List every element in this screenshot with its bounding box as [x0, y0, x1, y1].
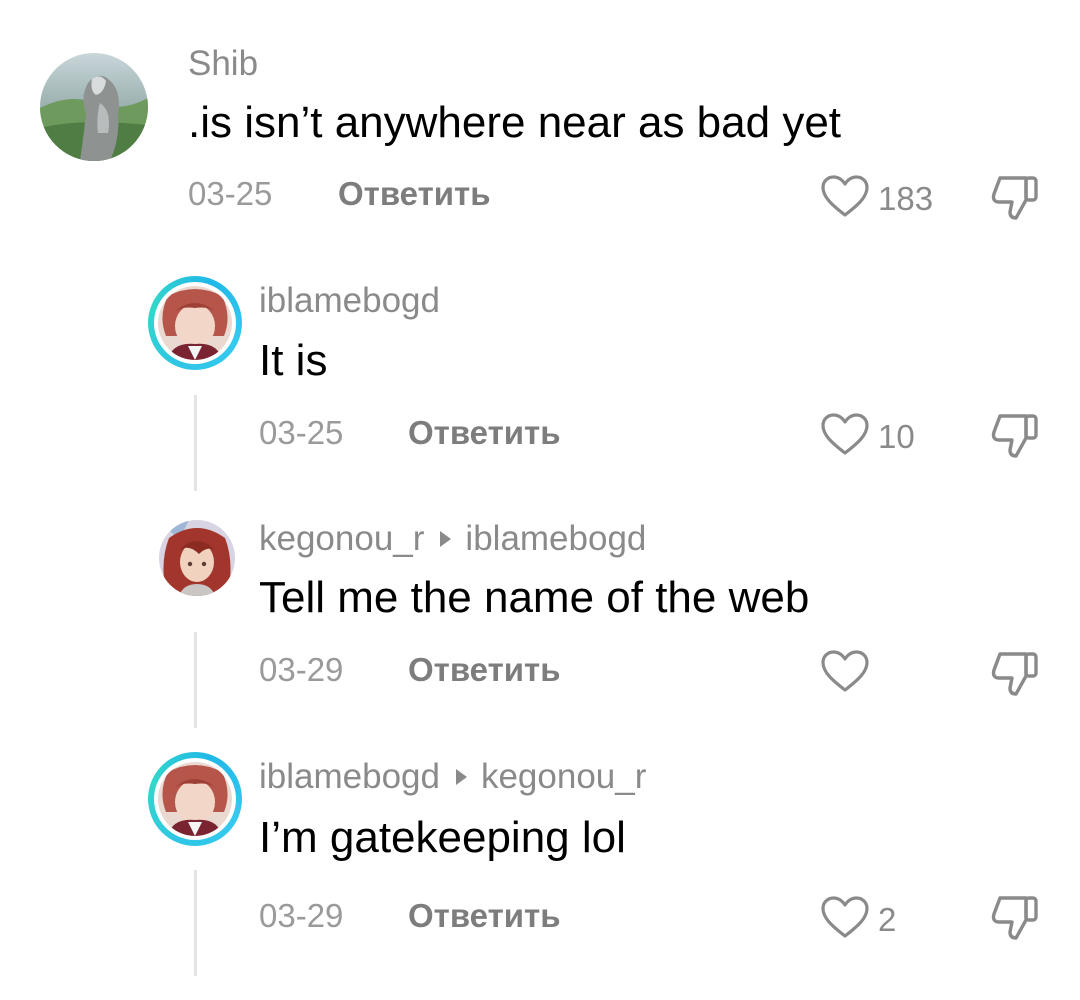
- comment-date: 03-29: [259, 897, 344, 934]
- username-label[interactable]: kegonou_r: [259, 519, 424, 558]
- comment-username[interactable]: Shib: [188, 46, 258, 81]
- comment-username[interactable]: kegonou_r iblamebogd: [259, 521, 646, 556]
- username-label[interactable]: Shib: [188, 44, 258, 83]
- username-label[interactable]: iblamebogd: [259, 281, 440, 320]
- reply-to-username[interactable]: iblamebogd: [465, 519, 646, 558]
- comment-username[interactable]: iblamebogd kegonou_r: [259, 759, 646, 794]
- thumbs-down-icon: [988, 652, 1042, 702]
- reply-button[interactable]: Ответить: [408, 416, 561, 449]
- avatar[interactable]: [158, 286, 232, 360]
- reply-button[interactable]: Ответить: [408, 653, 561, 686]
- avatar[interactable]: [40, 53, 148, 161]
- like-button[interactable]: [820, 649, 878, 698]
- dislike-button[interactable]: [988, 892, 1042, 947]
- thread-line: [194, 870, 197, 976]
- triangle-right-icon: [440, 530, 452, 547]
- thumbs-down-icon: [988, 176, 1042, 226]
- reply-button[interactable]: Ответить: [338, 177, 491, 210]
- heart-outline-icon: [820, 895, 870, 944]
- triangle-right-icon: [455, 768, 467, 785]
- avatar[interactable]: [159, 520, 235, 596]
- like-button[interactable]: 2: [820, 895, 896, 944]
- avatar[interactable]: [158, 762, 232, 836]
- like-button[interactable]: 183: [820, 174, 933, 223]
- dislike-button[interactable]: [988, 410, 1042, 465]
- reply-to-username[interactable]: kegonou_r: [481, 757, 646, 796]
- comment-text: .is isn’t anywhere near as bad yet: [188, 98, 842, 147]
- like-count: 10: [878, 418, 915, 455]
- like-count: 2: [878, 901, 897, 938]
- comment-date: 03-29: [259, 651, 344, 688]
- comment-date: 03-25: [188, 175, 273, 212]
- comment-date: 03-25: [259, 414, 344, 451]
- username-label[interactable]: iblamebogd: [259, 757, 440, 796]
- comment-username[interactable]: iblamebogd: [259, 283, 440, 318]
- thumbs-down-icon: [988, 414, 1042, 464]
- thumbs-down-icon: [988, 896, 1042, 946]
- comment-text: It is: [259, 336, 328, 385]
- heart-outline-icon: [820, 412, 870, 461]
- like-button[interactable]: 10: [820, 412, 915, 461]
- heart-outline-icon: [820, 649, 870, 698]
- comment-text: Tell me the name of the web: [259, 573, 810, 622]
- dislike-button[interactable]: [988, 172, 1042, 227]
- reply-button[interactable]: Ответить: [408, 899, 561, 932]
- thread-line: [194, 395, 197, 491]
- like-count: 183: [878, 180, 934, 217]
- heart-outline-icon: [820, 174, 870, 223]
- comment-text: I’m gatekeeping lol: [259, 813, 626, 862]
- thread-line: [194, 632, 197, 728]
- dislike-button[interactable]: [988, 648, 1042, 703]
